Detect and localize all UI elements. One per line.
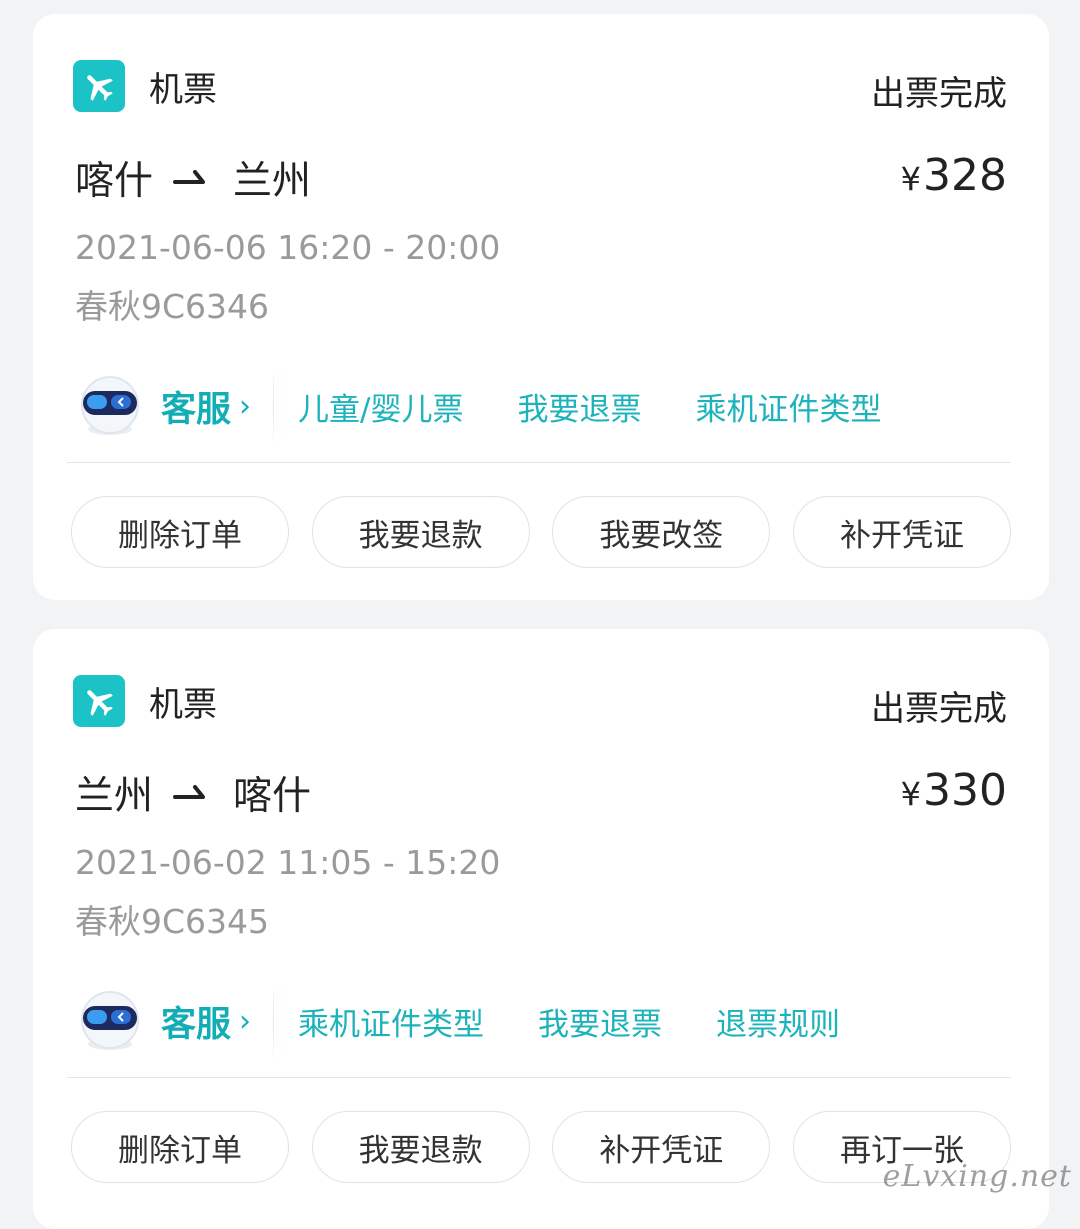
order-price: ¥ 328	[901, 150, 1007, 206]
quick-link-id-type[interactable]: 乘机证件类型	[695, 384, 881, 429]
delete-order-button[interactable]: 删除订单	[71, 496, 289, 568]
robot-avatar-icon[interactable]	[73, 369, 147, 443]
flight-number: 春秋9C6346	[75, 280, 269, 328]
arrow-right-icon	[173, 168, 213, 188]
divider	[67, 1077, 1011, 1078]
change-booking-button[interactable]: 我要改签	[552, 496, 770, 568]
route-origin: 喀什	[75, 150, 153, 206]
order-header: 机票	[73, 60, 217, 112]
category-label: 机票	[149, 677, 217, 726]
quick-link-id-type[interactable]: 乘机证件类型	[298, 999, 484, 1044]
arrow-right-icon	[173, 783, 213, 803]
service-separator	[273, 979, 274, 1063]
reissue-receipt-button[interactable]: 补开凭证	[552, 1111, 770, 1183]
customer-service-button[interactable]: 客服 ›	[161, 381, 251, 432]
delete-order-button[interactable]: 删除订单	[71, 1111, 289, 1183]
action-buttons: 删除订单 我要退款 我要改签 补开凭证	[71, 496, 1011, 568]
service-separator	[273, 364, 274, 448]
flight-time: 2021-06-02 11:05 - 15:20	[75, 843, 500, 882]
flight-time: 2021-06-06 16:20 - 20:00	[75, 228, 500, 267]
route: 喀什 兰州	[75, 152, 311, 204]
quick-link-refund-ticket[interactable]: 我要退票	[538, 999, 662, 1044]
quick-link-refund-rules[interactable]: 退票规则	[716, 999, 840, 1044]
watermark: eLvxing.net	[883, 1159, 1072, 1194]
customer-service-label: 客服	[161, 996, 231, 1047]
category-label: 机票	[149, 62, 217, 111]
price-amount: 328	[923, 150, 1007, 201]
chevron-right-icon: ›	[239, 389, 251, 424]
customer-service-button[interactable]: 客服 ›	[161, 996, 251, 1047]
order-price: ¥ 330	[901, 765, 1007, 821]
airplane-icon	[73, 60, 125, 112]
route: 兰州 喀什	[75, 767, 311, 819]
divider	[67, 462, 1011, 463]
currency-symbol: ¥	[901, 160, 921, 198]
action-buttons: 删除订单 我要退款 补开凭证 再订一张	[71, 1111, 1011, 1183]
airplane-icon	[73, 675, 125, 727]
order-status: 出票完成	[871, 66, 1007, 115]
route-destination: 兰州	[233, 150, 311, 206]
order-header: 机票	[73, 675, 217, 727]
route-destination: 喀什	[233, 765, 311, 821]
currency-symbol: ¥	[901, 775, 921, 813]
order-card[interactable]: 机票 出票完成 喀什 兰州 ¥ 328 2021-06-06 16:20 - 2…	[33, 14, 1049, 600]
customer-service-label: 客服	[161, 381, 231, 432]
request-refund-button[interactable]: 我要退款	[312, 1111, 530, 1183]
route-origin: 兰州	[75, 765, 153, 821]
service-row: 客服 › 儿童/婴儿票 我要退票 乘机证件类型	[73, 364, 1013, 448]
flight-number: 春秋9C6345	[75, 895, 269, 943]
chevron-right-icon: ›	[239, 1004, 251, 1039]
request-refund-button[interactable]: 我要退款	[312, 496, 530, 568]
order-status: 出票完成	[871, 681, 1007, 730]
price-amount: 330	[923, 765, 1007, 816]
service-row: 客服 › 乘机证件类型 我要退票 退票规则	[73, 979, 1013, 1063]
order-card[interactable]: 机票 出票完成 兰州 喀什 ¥ 330 2021-06-02 11:05 - 1…	[33, 629, 1049, 1229]
reissue-receipt-button[interactable]: 补开凭证	[793, 496, 1011, 568]
robot-avatar-icon[interactable]	[73, 984, 147, 1058]
quick-link-child-ticket[interactable]: 儿童/婴儿票	[298, 384, 463, 429]
quick-link-refund-ticket[interactable]: 我要退票	[517, 384, 641, 429]
